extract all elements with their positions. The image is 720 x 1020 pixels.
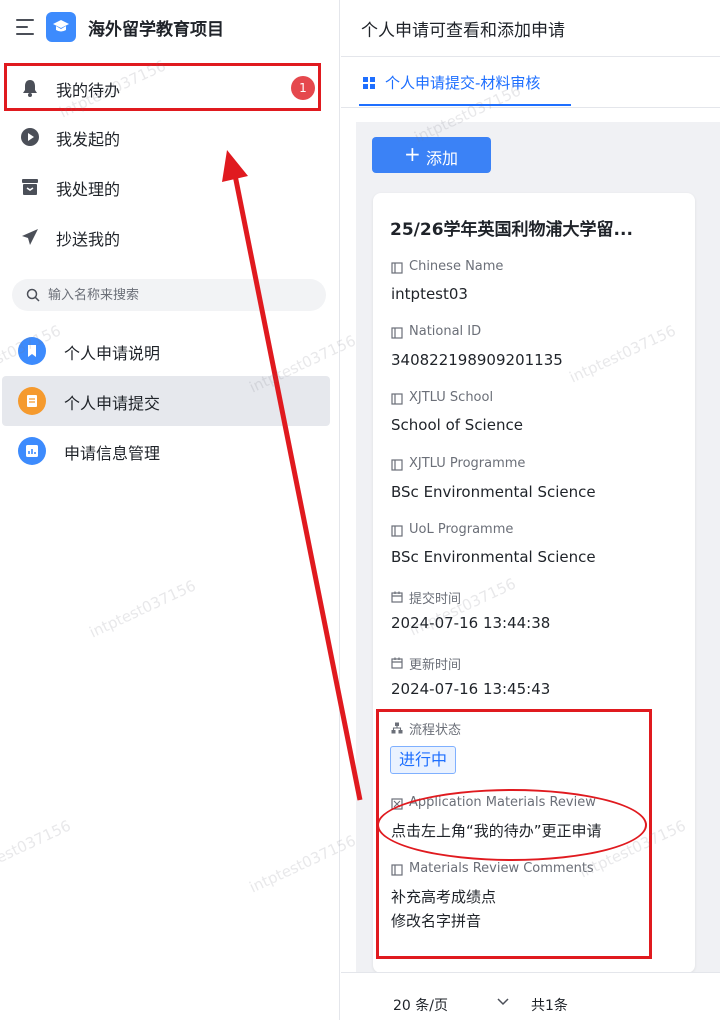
- tab-divider: [341, 107, 720, 108]
- menu-toggle-icon[interactable]: [16, 18, 36, 36]
- bookmark-icon: [18, 337, 46, 365]
- field-value: 340822198909201135: [391, 351, 563, 369]
- field-icon: [391, 393, 403, 405]
- app-item-label: 个人申请提交: [64, 394, 161, 413]
- add-button-label: 添加: [426, 149, 459, 168]
- field-value: 2024-07-16 13:44:38: [391, 614, 551, 632]
- app-title: 海外留学教育项目: [88, 20, 224, 40]
- page-size-select[interactable]: 20 条/页: [393, 995, 448, 1015]
- header-divider: [341, 56, 720, 57]
- document-icon: [18, 387, 46, 415]
- tab-label: 个人申请提交-材料审核: [385, 74, 541, 92]
- app-root: 海外留学教育项目 我的待办 1 我发起的 我处理的 抄送我的 输入名称来搜索 个…: [0, 0, 720, 1020]
- nav-item-handled[interactable]: 我处理的: [0, 163, 340, 211]
- field-icon: [391, 262, 403, 274]
- page-title: 个人申请可查看和添加申请: [361, 21, 565, 41]
- chevron-down-icon[interactable]: [496, 997, 510, 1007]
- tab-active-indicator: [359, 104, 571, 106]
- total-count: 共1条: [531, 998, 568, 1014]
- field-value: 2024-07-16 13:45:43: [391, 680, 551, 698]
- field-value: intptest03: [391, 285, 468, 303]
- app-item-label: 申请信息管理: [64, 444, 161, 463]
- app-item-label: 个人申请说明: [64, 344, 161, 363]
- chart-icon: [18, 437, 46, 465]
- field-value: School of Science: [391, 416, 523, 434]
- nav-item-label: 我处理的: [56, 180, 121, 199]
- inbox-icon: [22, 179, 38, 195]
- pagination: 20 条/页 共1条: [341, 972, 720, 1020]
- sidebar: 海外留学教育项目 我的待办 1 我发起的 我处理的 抄送我的 输入名称来搜索 个…: [0, 0, 340, 1020]
- app-item-application-submit[interactable]: 个人申请提交: [2, 376, 330, 426]
- add-button[interactable]: + 添加: [372, 137, 491, 173]
- sidebar-header: 海外留学教育项目: [0, 0, 340, 56]
- search-input[interactable]: [48, 279, 318, 311]
- nav-item-label: 抄送我的: [56, 230, 121, 249]
- app-search-field[interactable]: [12, 279, 326, 311]
- app-item-info-management[interactable]: 申请信息管理: [2, 426, 330, 476]
- annotation-highlight-box: [4, 63, 321, 111]
- nav-item-label: 我发起的: [56, 130, 121, 149]
- plus-icon: +: [404, 142, 421, 166]
- calendar-icon: [391, 591, 403, 603]
- card-title: 25/26学年英国利物浦大学留...: [390, 220, 633, 240]
- calendar-icon: [391, 657, 403, 669]
- nav-item-initiated[interactable]: 我发起的: [0, 113, 340, 161]
- annotation-ellipse: [377, 789, 647, 861]
- grid-icon: [363, 77, 375, 89]
- app-item-application-guide[interactable]: 个人申请说明: [2, 326, 330, 376]
- field-value: BSc Environmental Science: [391, 548, 596, 566]
- field-icon: [391, 525, 403, 537]
- search-icon: [26, 288, 40, 302]
- field-value: BSc Environmental Science: [391, 483, 596, 501]
- field-icon: [391, 327, 403, 339]
- app-logo: [46, 12, 76, 42]
- play-circle-icon: [21, 128, 39, 146]
- send-icon: [22, 229, 38, 245]
- field-icon: [391, 459, 403, 471]
- nav-item-cc[interactable]: 抄送我的: [0, 213, 340, 261]
